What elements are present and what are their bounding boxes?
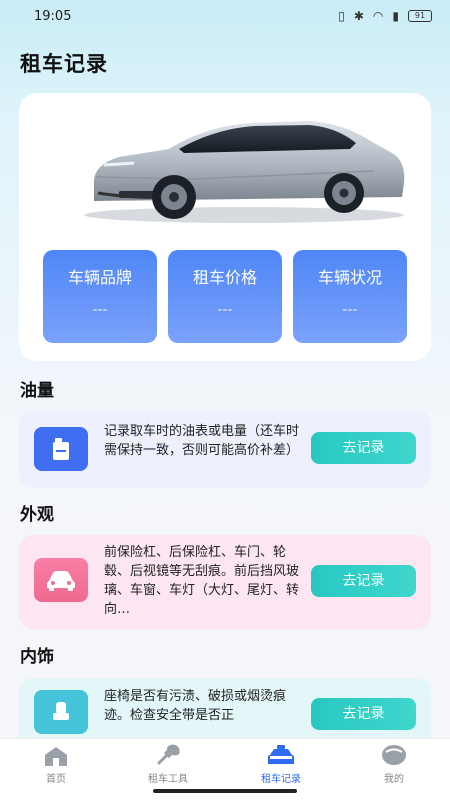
vehicle-summary-card: 车辆品牌 --- 租车价格 --- 车辆状况 --- <box>19 93 431 361</box>
vibrate-icon: ▯ <box>338 9 345 23</box>
stat-tiles: 车辆品牌 --- 租车价格 --- 车辆状况 --- <box>43 250 408 343</box>
section-title-fuel: 油量 <box>20 381 54 401</box>
signal-icon: ▮ <box>392 9 399 23</box>
car-icon <box>225 741 337 767</box>
fuel-description: 记录取车时的油表或电量（还车时需保持一致，否则可能高价补差） <box>104 424 300 458</box>
wrench-icon <box>112 741 224 767</box>
interior-record-button[interactable]: 去记录 <box>311 698 416 730</box>
status-bar: 19:05 ▯ ✱ ◠ ▮ 91 <box>0 0 450 32</box>
profile-icon <box>338 741 450 767</box>
stat-value: --- <box>217 302 233 318</box>
stat-title: 租车价格 <box>192 268 257 287</box>
battery-indicator: 91 <box>408 10 432 22</box>
tab-rental-tools[interactable]: 租车工具 <box>112 741 224 785</box>
home-indicator[interactable] <box>153 789 297 793</box>
tab-label: 租车工具 <box>148 774 188 785</box>
status-time: 19:05 <box>34 8 72 24</box>
stat-value: --- <box>92 302 108 318</box>
stat-title: 车辆品牌 <box>67 268 132 287</box>
interior-description: 座椅是否有污渍、破损或烟烫痕迹。检查安全带是否正 <box>104 689 287 723</box>
wifi-icon: ◠ <box>372 9 384 23</box>
section-title-interior: 内饰 <box>20 647 54 667</box>
stat-value: --- <box>342 302 358 318</box>
tab-label: 首页 <box>46 774 66 785</box>
fuel-record-button[interactable]: 去记录 <box>311 432 416 464</box>
exterior-record-button[interactable]: 去记录 <box>311 565 416 597</box>
section-title-exterior: 外观 <box>20 505 54 525</box>
car-seat-icon <box>34 690 88 734</box>
stat-tile-price: 租车价格 --- <box>168 250 282 343</box>
stat-tile-condition: 车辆状况 --- <box>293 250 407 343</box>
fuel-can-icon <box>34 427 88 471</box>
interior-record-card: 座椅是否有污渍、破损或烟烫痕迹。检查安全带是否正 去记录 <box>19 678 431 738</box>
page-title: 租车记录 <box>20 52 108 76</box>
tab-profile[interactable]: 我的 <box>338 741 450 785</box>
status-icons: ▯ ✱ ◠ ▮ 91 <box>338 9 432 23</box>
exterior-record-card: 前保险杠、后保险杠、车门、轮毂、后视镜等无刮痕。前后挡风玻璃、车窗、车灯（大灯、… <box>19 535 431 629</box>
tab-home[interactable]: 首页 <box>0 741 112 785</box>
bluetooth-icon: ✱ <box>353 9 364 23</box>
car-image <box>84 121 405 223</box>
tab-rental-records[interactable]: 租车记录 <box>225 741 337 785</box>
home-icon <box>0 741 112 767</box>
car-front-icon <box>34 558 88 602</box>
exterior-description: 前保险杠、后保险杠、车门、轮毂、后视镜等无刮痕。前后挡风玻璃、车窗、车灯（大灯、… <box>104 545 300 617</box>
stat-tile-brand: 车辆品牌 --- <box>43 250 157 343</box>
fuel-record-card: 记录取车时的油表或电量（还车时需保持一致，否则可能高价补差） 去记录 <box>19 410 431 488</box>
tab-label: 租车记录 <box>261 774 301 785</box>
stat-title: 车辆状况 <box>317 268 382 287</box>
tab-label: 我的 <box>384 774 404 785</box>
